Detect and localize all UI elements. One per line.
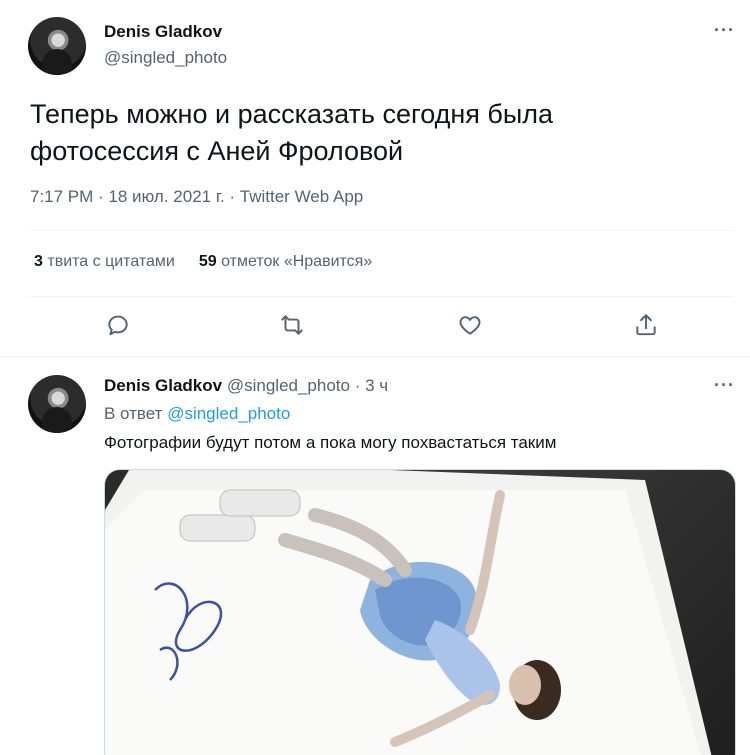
divider <box>30 296 734 297</box>
tweet-text-line-2: фотосессия с Аней Фроловой <box>30 136 404 166</box>
likes-stat[interactable]: 59 отметок «Нравится» <box>199 253 372 271</box>
tweet-stats: 3 твита с цитатами 59 отметок «Нравится» <box>34 253 372 271</box>
divider <box>30 230 734 231</box>
tweet-photo[interactable] <box>104 469 736 755</box>
reply-author-handle[interactable]: @singled_photo <box>227 376 350 395</box>
reply-author-avatar[interactable] <box>28 375 86 433</box>
more-options-icon[interactable]: ··· <box>714 20 735 41</box>
author-name[interactable]: Denis Gladkov <box>104 22 222 42</box>
reply-header: Denis Gladkov @singled_photo · 3 ч <box>104 376 388 396</box>
quote-tweets-stat[interactable]: 3 твита с цитатами <box>34 253 175 271</box>
retweet-button[interactable] <box>272 305 312 345</box>
like-icon <box>459 316 481 335</box>
photo-image <box>105 470 712 755</box>
quote-count: 3 <box>34 253 43 270</box>
reply-more-options-icon[interactable]: ··· <box>714 375 735 396</box>
author-handle[interactable]: @singled_photo <box>104 48 227 68</box>
reply-time[interactable]: · 3 ч <box>355 376 388 395</box>
tweet-text: Теперь можно и рассказать сегодня была ф… <box>30 96 710 170</box>
like-label: отметок «Нравится» <box>221 253 373 270</box>
replying-to-link[interactable]: @singled_photo <box>167 404 290 423</box>
action-bar <box>30 305 734 349</box>
replying-to-prefix: В ответ <box>104 404 163 423</box>
tweet-text-line-1: Теперь можно и рассказать сегодня была <box>30 99 554 129</box>
main-tweet: Denis Gladkov @singled_photo ··· Теперь … <box>0 0 750 355</box>
reply-author-name[interactable]: Denis Gladkov <box>104 376 222 395</box>
replying-to: В ответ @singled_photo <box>104 404 290 424</box>
reply-tweet[interactable]: Denis Gladkov @singled_photo · 3 ч ··· В… <box>0 357 750 755</box>
retweet-icon <box>281 315 303 335</box>
like-button[interactable] <box>450 305 490 345</box>
tweet-timestamp[interactable]: 7:17 PM · 18 июл. 2021 г. · Twitter Web … <box>30 187 363 207</box>
reply-button[interactable] <box>98 305 138 345</box>
quote-label: твита с цитатами <box>47 253 175 270</box>
reply-text: Фотографии будут потом а пока могу похва… <box>104 433 557 452</box>
share-icon <box>636 314 656 336</box>
reply-icon <box>108 315 128 336</box>
like-count: 59 <box>198 253 217 270</box>
author-avatar[interactable] <box>28 17 86 75</box>
share-button[interactable] <box>626 305 666 345</box>
